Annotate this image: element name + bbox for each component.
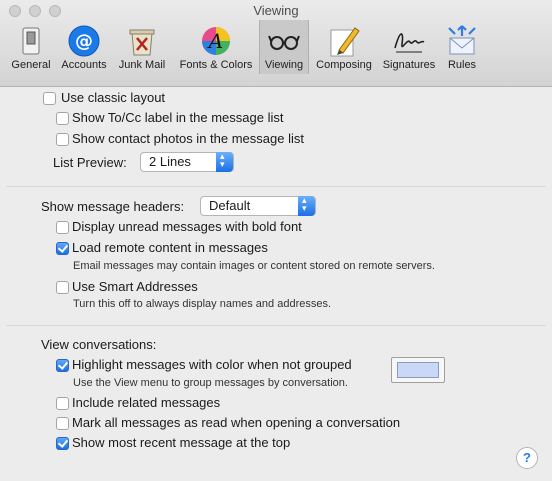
- recent-top-label: Show most recent message at the top: [72, 435, 291, 450]
- tab-accounts[interactable]: @ Accounts: [58, 22, 110, 72]
- rules-envelope-icon: [448, 25, 476, 55]
- popup-arrows-icon: [216, 151, 233, 172]
- junk-bin-icon: [129, 29, 155, 56]
- help-button[interactable]: ?: [516, 447, 538, 469]
- classic-layout-label: Use classic layout: [61, 90, 166, 105]
- svg-text:A: A: [207, 29, 223, 53]
- popup-arrows-icon: [298, 195, 315, 216]
- tab-junk-mail-label: Junk Mail: [118, 59, 166, 71]
- show-tocc-checkbox[interactable]: [56, 112, 69, 125]
- tab-signatures-label: Signatures: [382, 59, 436, 71]
- bold-unread-checkbox[interactable]: [56, 221, 69, 234]
- recent-top-checkbox[interactable]: [56, 437, 69, 450]
- tab-composing-label: Composing: [316, 59, 372, 71]
- mark-read-checkbox[interactable]: [56, 417, 69, 430]
- highlight-checkbox[interactable]: [56, 359, 69, 372]
- highlight-color-swatch: [397, 362, 439, 378]
- tab-viewing[interactable]: Viewing: [259, 20, 309, 74]
- tab-composing[interactable]: Composing: [310, 22, 378, 72]
- show-headers-label: Show message headers:: [41, 199, 185, 214]
- remote-content-note: Email messages may contain images or con…: [73, 260, 435, 272]
- mark-read-label: Mark all messages as read when opening a…: [72, 415, 401, 430]
- tab-accounts-label: Accounts: [61, 59, 107, 71]
- classic-layout-checkbox[interactable]: [43, 92, 56, 105]
- show-photos-checkbox[interactable]: [56, 133, 69, 146]
- list-preview-value: 2 Lines: [149, 154, 191, 169]
- include-related-label: Include related messages: [72, 395, 221, 410]
- window-title: Viewing: [253, 3, 299, 18]
- bold-unread-label: Display unread messages with bold font: [72, 219, 302, 234]
- smart-addresses-checkbox[interactable]: [56, 281, 69, 294]
- remote-content-label: Load remote content in messages: [72, 240, 268, 255]
- general-switch-icon: [22, 27, 40, 55]
- tab-general-label: General: [11, 59, 51, 71]
- show-photos-label: Show contact photos in the message list: [72, 131, 304, 146]
- show-headers-value: Default: [209, 198, 251, 213]
- tab-general[interactable]: General: [7, 22, 55, 72]
- tab-rules[interactable]: Rules: [443, 22, 481, 72]
- list-preview-popup[interactable]: 2 Lines: [140, 151, 234, 172]
- pencil-icon: [330, 27, 360, 57]
- highlight-label: Highlight messages with color when not g…: [72, 357, 352, 372]
- glasses-icon: [268, 35, 300, 50]
- signature-icon: [394, 33, 425, 53]
- divider: [6, 325, 546, 326]
- tab-rules-label: Rules: [447, 59, 477, 71]
- show-tocc-label: Show To/Cc label in the message list: [72, 110, 284, 125]
- remote-content-checkbox[interactable]: [56, 242, 69, 255]
- show-headers-popup[interactable]: Default: [200, 195, 316, 216]
- smart-addresses-label: Use Smart Addresses: [72, 279, 198, 294]
- list-preview-label: List Preview:: [53, 155, 127, 170]
- smart-addresses-note: Turn this off to always display names an…: [73, 298, 332, 310]
- tab-fonts-colors-label: Fonts & Colors: [179, 59, 253, 71]
- at-sign-icon: @: [68, 25, 100, 57]
- conversations-heading: View conversations:: [41, 337, 157, 352]
- highlight-note: Use the View menu to group messages by c…: [73, 377, 348, 389]
- svg-text:@: @: [75, 31, 93, 52]
- include-related-checkbox[interactable]: [56, 397, 69, 410]
- preferences-window: Viewing General @ Accounts Junk Mail A F…: [0, 0, 552, 481]
- tab-fonts-colors[interactable]: A Fonts & Colors: [174, 22, 258, 72]
- tab-signatures[interactable]: Signatures: [379, 22, 439, 72]
- divider: [6, 186, 546, 187]
- toolbar: Viewing General @ Accounts Junk Mail A F…: [0, 0, 552, 87]
- fonts-colors-icon: A: [202, 27, 230, 55]
- tab-viewing-label: Viewing: [264, 59, 304, 71]
- highlight-color-well[interactable]: [391, 357, 445, 383]
- tab-junk-mail[interactable]: Junk Mail: [114, 22, 170, 72]
